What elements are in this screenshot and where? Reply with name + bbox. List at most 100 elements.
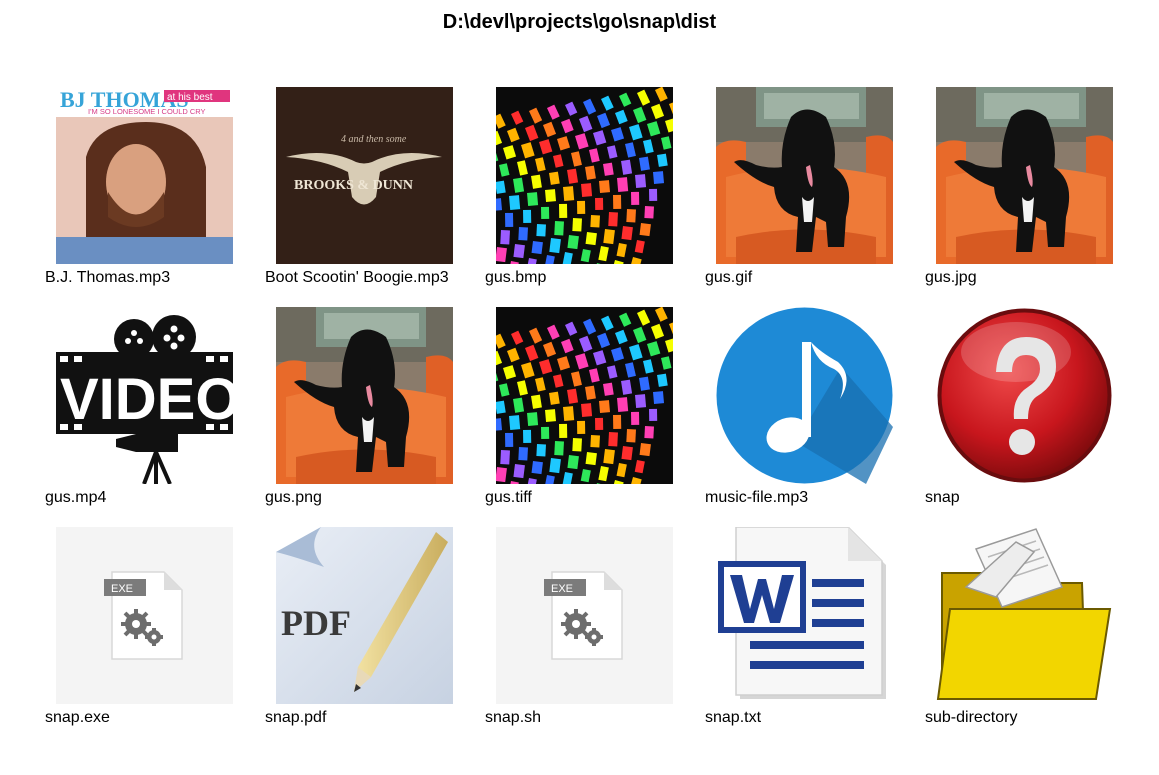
file-item-gus-bmp[interactable]: gus.bmp: [485, 87, 705, 307]
mosaic-tile: [644, 425, 654, 439]
word-document-icon: [716, 527, 893, 704]
mosaic-tile: [505, 432, 514, 447]
file-name: gus.bmp: [485, 269, 547, 286]
file-row: EXE snap.exe PDF snap.pdf EXE snap.sh sn…: [45, 527, 1145, 747]
word-document-icon-thumbnail: [716, 527, 893, 704]
mosaic-tile: [549, 171, 560, 185]
mosaic-tile: [608, 212, 618, 227]
file-item-gus-png[interactable]: gus.png: [265, 307, 485, 527]
mosaic-tile: [567, 455, 579, 470]
file-item-music-file-mp3[interactable]: music-file.mp3: [705, 307, 925, 527]
mosaic-tile: [496, 198, 503, 211]
folder-icon-thumbnail: [936, 527, 1113, 704]
mosaic-tile: [531, 461, 543, 475]
mosaic-tile: [590, 215, 600, 228]
file-name: gus.jpg: [925, 269, 977, 286]
file-grid: BJ THOMAS at his best I'M SO LONESOME I …: [45, 87, 1145, 747]
mosaic-tile: [590, 434, 600, 448]
dog-photo-thumbnail: [276, 307, 453, 484]
mosaic-tile: [613, 414, 622, 429]
file-row: VIDEO gus.mp4 gus.png gus.tiff music-fil…: [45, 307, 1145, 527]
mosaic-tile: [572, 218, 582, 232]
file-name: music-file.mp3: [705, 489, 809, 506]
mosaic-tile: [496, 467, 507, 483]
mosaic-tile: [603, 382, 614, 396]
mosaic-tile: [626, 209, 636, 223]
mosaic-tile: [599, 400, 611, 413]
video-text: VIDEO: [60, 367, 233, 432]
music-note-icon-thumbnail: [716, 307, 893, 484]
mosaic-tile: [631, 191, 640, 205]
mosaic-tile: [626, 429, 636, 443]
file-name: snap.txt: [705, 709, 762, 726]
file-item-snap[interactable]: snap: [925, 307, 1145, 527]
file-item-snap-exe[interactable]: EXE snap.exe: [45, 527, 265, 747]
file-name: snap.exe: [45, 709, 110, 726]
mosaic-tile: [527, 412, 539, 426]
mosaic-tile: [585, 232, 597, 246]
mosaic-tile: [639, 223, 651, 237]
file-item-bj-thomas-mp3[interactable]: BJ THOMAS at his best I'M SO LONESOME I …: [45, 87, 265, 307]
file-item-gus-mp4[interactable]: VIDEO gus.mp4: [45, 307, 265, 527]
folder-icon: [936, 527, 1113, 704]
file-item-boot-scootin-mp3[interactable]: 4 and then some BROOKS & DUNN Boot Scoot…: [265, 87, 485, 307]
exe-file-icon: EXE: [56, 527, 233, 704]
video-camera-icon: VIDEO: [56, 307, 233, 484]
mosaic-image: [496, 87, 673, 264]
file-item-snap-txt[interactable]: snap.txt: [705, 527, 925, 747]
file-name: gus.mp4: [45, 489, 107, 506]
dog-photo: [716, 87, 893, 264]
file-name: snap: [925, 489, 960, 506]
file-row: BJ THOMAS at his best I'M SO LONESOME I …: [45, 87, 1145, 307]
mosaic-tile: [559, 423, 568, 438]
mosaic-tile: [513, 464, 525, 479]
music-note-icon: [716, 307, 893, 484]
mosaic-tile: [617, 397, 629, 412]
mosaic-tile: [603, 228, 615, 245]
mosaic-tile: [500, 230, 510, 245]
file-item-gus-jpg[interactable]: gus.jpg: [925, 87, 1145, 307]
file-item-gus-tiff[interactable]: gus.tiff: [485, 307, 705, 527]
mosaic-tile: [559, 203, 568, 218]
file-item-sub-directory[interactable]: sub-directory: [925, 527, 1145, 747]
mosaic-tile: [518, 227, 528, 241]
question-mark-icon-thumbnail: [936, 307, 1113, 484]
mosaic-tile: [527, 192, 539, 206]
mosaic-tile: [554, 441, 564, 456]
mosaic-tile: [657, 153, 668, 167]
exe-badge-text: EXE: [551, 583, 573, 595]
mosaic-tile: [541, 426, 550, 439]
mosaic-tile: [508, 415, 521, 430]
mosaic-tile: [563, 406, 575, 421]
dog-photo-thumbnail: [936, 87, 1113, 264]
mosaic-tile: [649, 408, 658, 421]
mosaic-tile: [549, 391, 560, 405]
mosaic-tile: [595, 197, 604, 210]
file-name: snap.pdf: [265, 709, 327, 726]
mosaic-tile: [585, 452, 597, 466]
bd-band-text: BROOKS & DUNN: [294, 178, 413, 193]
bj-subtitle-text: I'M SO LONESOME I COULD CRY: [88, 107, 206, 116]
mosaic-tile: [523, 209, 532, 223]
file-item-gus-gif[interactable]: gus.gif: [705, 87, 925, 307]
mosaic-tile: [653, 171, 665, 184]
mosaic-tile: [599, 180, 611, 193]
file-item-snap-sh[interactable]: EXE snap.sh: [485, 527, 705, 747]
mosaic-tile: [508, 195, 521, 210]
mosaic-tile: [513, 244, 525, 259]
mosaic-tile: [496, 247, 507, 263]
file-name: sub-directory: [925, 709, 1018, 726]
window-title: D:\devl\projects\go\snap\dist: [442, 11, 717, 33]
mosaic-tile: [581, 183, 593, 197]
mosaic-tile: [621, 226, 633, 241]
file-item-snap-pdf[interactable]: PDF snap.pdf: [265, 527, 485, 747]
dog-photo-thumbnail: [716, 87, 893, 264]
album-art-bj-thomas-thumbnail: BJ THOMAS at his best I'M SO LONESOME I …: [56, 87, 233, 264]
exe-file-icon: EXE: [496, 527, 673, 704]
mosaic-tile: [549, 458, 561, 474]
mosaic-tile: [649, 188, 658, 201]
mosaic-tile: [577, 420, 586, 434]
mosaic-tile: [613, 194, 622, 209]
mosaic-image-thumbnail: [496, 307, 673, 484]
album-art-brooks-dunn: 4 and then some BROOKS & DUNN: [276, 87, 453, 264]
